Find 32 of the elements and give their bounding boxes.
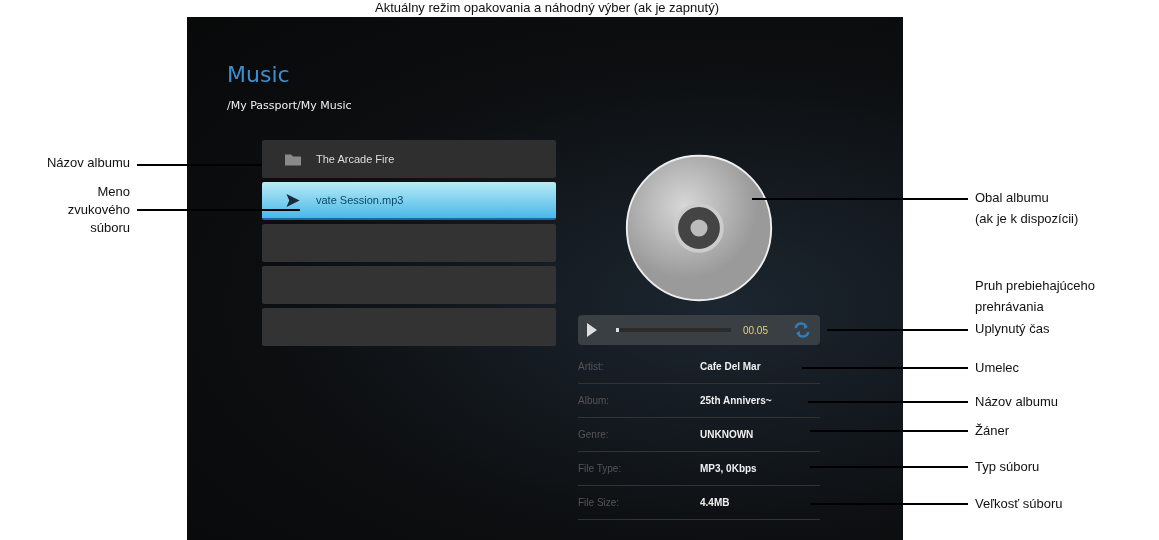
list-item[interactable]: The Arcade Fire <box>262 140 556 178</box>
callout-label: Umelec <box>975 359 1021 377</box>
info-label: Genre: <box>578 429 610 440</box>
list-item[interactable]: vate Session.mp3 <box>262 182 556 220</box>
callout-label: Obal albumu (ak je k dispozícii) <box>975 189 1080 228</box>
callout-label: Žáner <box>975 422 1010 440</box>
callout-label: Pruh prebiehajúceho prehrávania <box>975 277 1096 316</box>
info-label: File Size: <box>578 497 621 508</box>
repeat-icon <box>792 322 812 338</box>
info-label: Artist: <box>578 361 605 372</box>
info-value: 4.4MB <box>700 497 730 508</box>
info-label: File Type: <box>578 463 623 474</box>
callout-label: Názov albumu <box>975 393 1060 411</box>
list-item[interactable] <box>262 224 556 262</box>
play-icon[interactable] <box>586 322 598 338</box>
folder-path: /My Passport/My Music <box>227 99 353 112</box>
callout-label: Názov albumu <box>45 154 130 172</box>
list-item[interactable] <box>262 308 556 346</box>
caption-text: Aktuálny režim opakovania a náhodný výber (ak je zapnutý) <box>375 0 719 15</box>
info-value: UNKNOWN <box>700 429 754 440</box>
callout-label: Meno zvukového súboru <box>66 183 130 237</box>
callout-label: Typ súboru <box>975 458 1041 476</box>
info-value: 25th Annivers~ <box>700 395 772 406</box>
info-value: Cafe Del Mar <box>700 361 761 372</box>
callout-label: Veľkosť súboru <box>975 495 1064 513</box>
callout-label: Uplynutý čas <box>975 320 1051 338</box>
elapsed-time: 00.05 <box>742 324 768 336</box>
play-icon <box>284 192 302 208</box>
screen-title: Music <box>227 62 291 87</box>
list-item[interactable] <box>262 266 556 304</box>
info-label: Album: <box>578 395 611 406</box>
info-value: MP3, 0Kbps <box>700 463 757 474</box>
